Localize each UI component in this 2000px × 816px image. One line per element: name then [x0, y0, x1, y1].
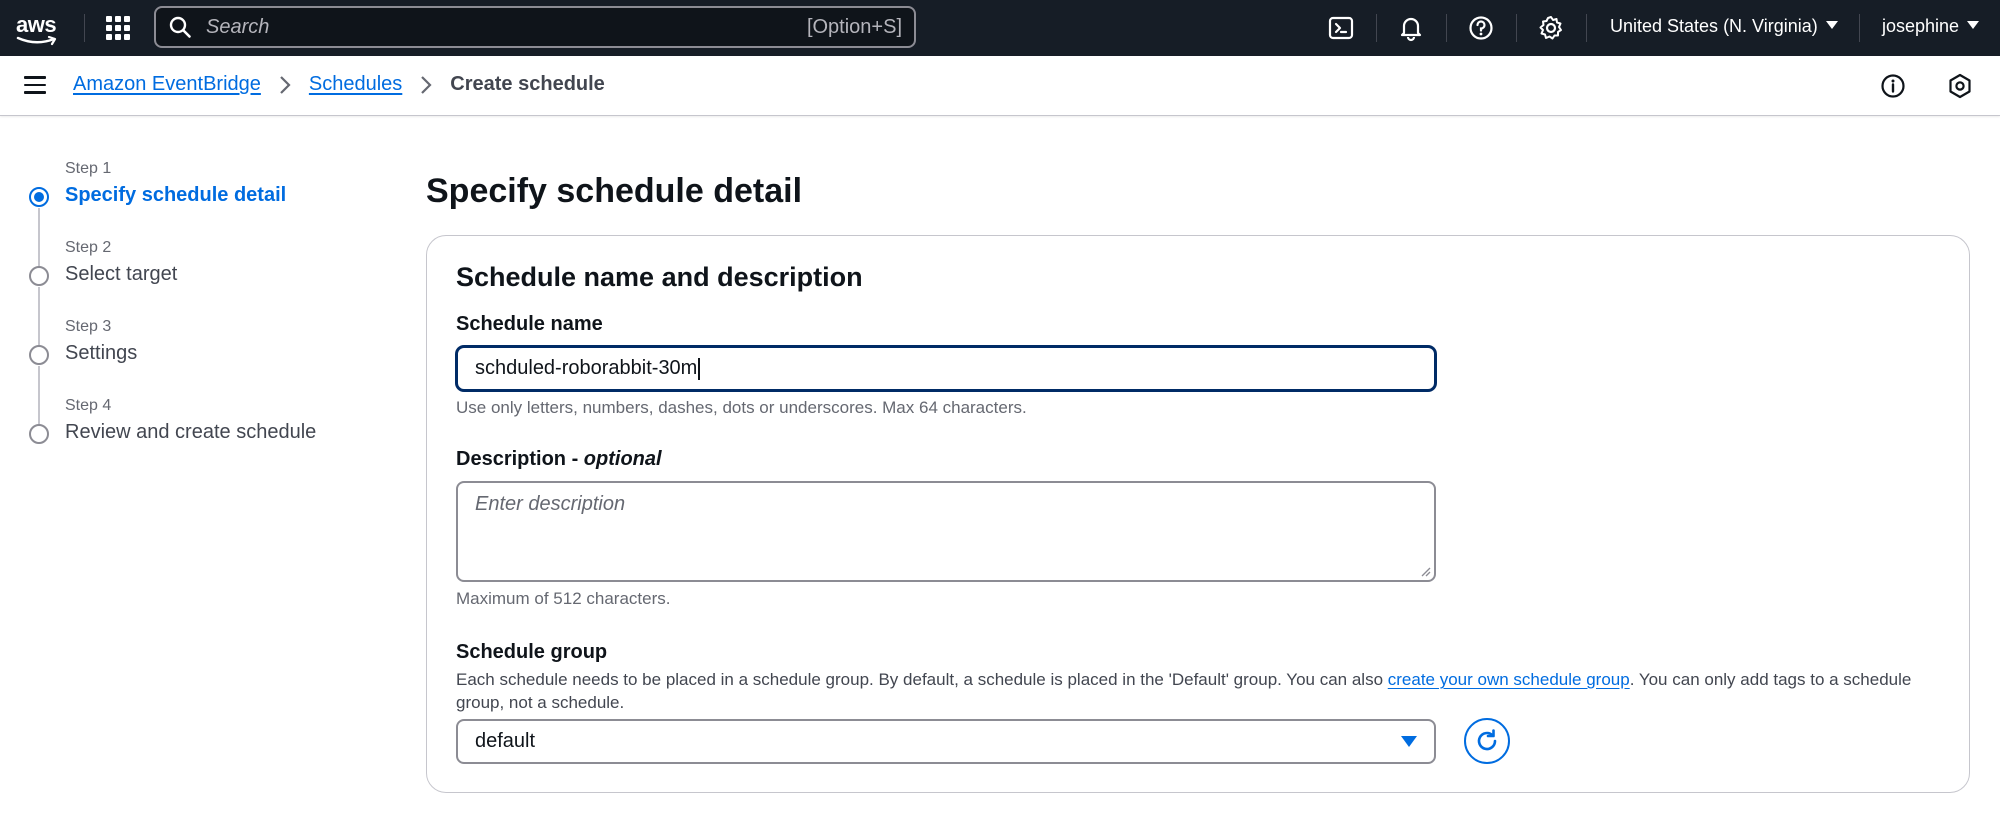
step-title[interactable]: Specify schedule detail: [65, 184, 286, 207]
search-placeholder: Search: [206, 15, 270, 38]
resize-handle-icon[interactable]: [1419, 565, 1431, 577]
step-title[interactable]: Settings: [65, 342, 137, 365]
schedule-name-hint: Use only letters, numbers, dashes, dots …: [456, 398, 1027, 417]
nav-divider: [1516, 14, 1517, 42]
schedule-name-value: schduled-roborabbit-30m: [475, 357, 698, 379]
preferences-hexagon-icon[interactable]: [1947, 73, 1973, 99]
description-label-text: Description -: [456, 448, 584, 470]
search-input[interactable]: Search [Option+S]: [154, 6, 916, 48]
description-placeholder: Enter description: [475, 493, 626, 515]
breadcrumb-link-eventbridge[interactable]: Amazon EventBridge: [73, 73, 261, 96]
nav-divider: [1859, 14, 1860, 42]
description-hint: Maximum of 512 characters.: [456, 589, 671, 608]
schedule-group-label: Schedule group: [456, 641, 608, 663]
aws-logo[interactable]: aws: [14, 8, 62, 48]
page-title: Specify schedule detail: [426, 172, 803, 210]
text-cursor: [698, 357, 700, 380]
region-label: United States (N. Virginia): [1610, 16, 1818, 36]
schedule-group-selected: default: [475, 730, 536, 752]
breadcrumb: Amazon EventBridge Schedules Create sche…: [73, 73, 605, 96]
create-schedule-group-link[interactable]: create your own schedule group: [1388, 670, 1630, 689]
step-number: Step 3: [65, 318, 112, 335]
chevron-right-icon: [421, 75, 432, 94]
top-navigation: aws Search [Option+S] United States (N. …: [0, 0, 2000, 56]
breadcrumb-current: Create schedule: [450, 73, 605, 95]
menu-hamburger-icon[interactable]: [24, 76, 46, 94]
chevron-down-icon: [1967, 21, 1980, 30]
step-active-indicator: [29, 187, 49, 207]
notifications-bell-icon[interactable]: [1397, 14, 1425, 42]
info-icon[interactable]: [1880, 73, 1906, 99]
description-optional-tag: optional: [583, 448, 662, 470]
step-indicator: [29, 266, 49, 286]
step-number: Step 2: [65, 239, 112, 256]
search-shortcut: [Option+S]: [806, 15, 902, 38]
schedule-name-label: Schedule name: [456, 313, 603, 335]
description-label: Description - optional: [456, 448, 662, 471]
schedule-group-select[interactable]: default: [456, 719, 1436, 764]
wizard-step-1[interactable]: Step 1 Specify schedule detail: [26, 158, 386, 268]
caret-down-icon: [1401, 736, 1417, 747]
step-indicator: [29, 424, 49, 444]
breadcrumb-link-schedules[interactable]: Schedules: [309, 73, 402, 96]
settings-gear-icon[interactable]: [1537, 14, 1565, 42]
wizard-step-4[interactable]: Step 4 Review and create schedule: [26, 395, 386, 474]
nav-divider: [1586, 14, 1587, 42]
help-icon[interactable]: [1467, 14, 1495, 42]
nav-divider: [1376, 14, 1377, 42]
apps-grid-icon[interactable]: [106, 16, 130, 40]
refresh-icon: [1477, 729, 1497, 751]
aws-logo-text: aws: [16, 12, 57, 37]
step-title[interactable]: Review and create schedule: [65, 421, 316, 444]
search-icon: [169, 16, 191, 38]
step-indicator: [29, 345, 49, 365]
aws-smile-icon: [16, 36, 57, 46]
wizard-steps: Step 1 Specify schedule detail Step 2 Se…: [26, 158, 386, 474]
schedule-group-description: Each schedule needs to be placed in a sc…: [456, 668, 1946, 714]
region-selector[interactable]: United States (N. Virginia): [1610, 16, 1838, 37]
nav-divider: [1446, 14, 1447, 42]
schedule-details-panel: Schedule name and description Schedule n…: [426, 235, 1970, 793]
user-name: josephine: [1882, 16, 1960, 36]
refresh-button[interactable]: [1464, 718, 1510, 764]
wizard-step-2[interactable]: Step 2 Select target: [26, 237, 386, 347]
section-title: Schedule name and description: [456, 262, 863, 292]
step-title[interactable]: Select target: [65, 263, 177, 286]
breadcrumb-bar: Amazon EventBridge Schedules Create sche…: [0, 56, 2000, 116]
description-textarea[interactable]: Enter description: [456, 481, 1436, 582]
chevron-right-icon: [280, 75, 291, 94]
wizard-step-3[interactable]: Step 3 Settings: [26, 316, 386, 426]
user-menu[interactable]: josephine: [1882, 16, 1980, 37]
desc-text: Each schedule needs to be placed in a sc…: [456, 670, 1388, 689]
nav-divider: [84, 14, 85, 42]
step-number: Step 4: [65, 397, 112, 414]
schedule-name-input[interactable]: schduled-roborabbit-30m: [456, 346, 1436, 391]
cloudshell-icon[interactable]: [1327, 14, 1355, 42]
chevron-down-icon: [1825, 21, 1838, 30]
step-number: Step 1: [65, 160, 112, 177]
